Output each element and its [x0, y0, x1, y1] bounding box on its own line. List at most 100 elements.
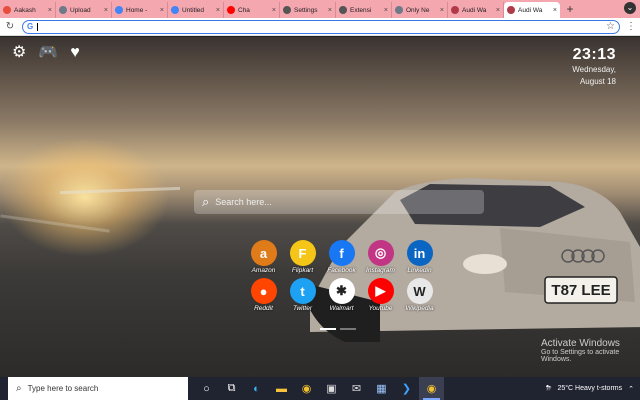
shortcut-instagram[interactable]: ◎ Instagram	[361, 240, 400, 274]
tab-favicon-icon	[507, 6, 515, 14]
tab-strip: Aakash × Upload × Home - × Untitled × Cha × Settin…	[0, 0, 640, 18]
chrome-icon[interactable]: ◉	[294, 377, 319, 400]
file-explorer-icon[interactable]: ▬	[269, 377, 294, 400]
tab-favicon-icon	[3, 6, 11, 14]
wikipedia-icon: W	[406, 278, 433, 304]
gear-icon[interactable]: ⚙	[12, 45, 26, 61]
activate-windows-watermark: Activate Windows Go to Settings to activ…	[541, 338, 640, 363]
shortcut-label: Facebook	[327, 267, 356, 274]
tab-favicon-icon	[339, 6, 347, 14]
plate-text: T87 LEE	[551, 282, 610, 299]
start-button[interactable]	[0, 377, 8, 400]
system-tray: ⛈ 25°C Heavy t-storms ⌃	[546, 377, 634, 400]
facebook-icon: f	[328, 240, 355, 266]
tab[interactable]: Audi Wa ×	[448, 2, 504, 18]
close-icon[interactable]: ×	[553, 7, 557, 14]
shortcut-pager[interactable]	[320, 328, 356, 330]
bookmark-star-icon[interactable]: ☆	[606, 21, 615, 32]
shortcut-youtube[interactable]: ▶ Youtube	[361, 278, 400, 312]
tab[interactable]: Untitled ×	[168, 2, 224, 18]
taskbar-search-text: Type here to search	[27, 384, 99, 393]
close-icon[interactable]: ×	[104, 7, 108, 14]
shortcut-label: Twitter	[292, 305, 313, 312]
youtube-icon: ▶	[367, 278, 394, 304]
activate-subtitle: Go to Settings to activate Windows.	[541, 349, 620, 363]
walmart-icon: ✱	[328, 278, 355, 304]
tab-title: Audi Wa	[518, 6, 543, 14]
tab-favicon-icon	[59, 6, 67, 14]
search-icon: ⌕	[16, 383, 22, 394]
task-view-icon[interactable]: ⧉	[219, 377, 244, 400]
weather-icon[interactable]: ⛈	[546, 385, 552, 393]
close-icon[interactable]: ×	[384, 7, 388, 14]
instagram-icon: ◎	[367, 240, 394, 266]
store-icon[interactable]: ▣	[319, 377, 344, 400]
shortcut-linkedin[interactable]: in Linkedin	[400, 240, 439, 274]
window-control-icon[interactable]: ⌄	[624, 2, 636, 14]
tab-title: Only Ne	[406, 6, 430, 14]
close-icon[interactable]: ×	[496, 7, 500, 14]
tab-title: Aakash	[14, 6, 36, 14]
close-icon[interactable]: ×	[440, 7, 444, 14]
tab-favicon-icon	[115, 6, 123, 14]
search-icon: ⌕	[202, 194, 210, 209]
pager-dot[interactable]	[320, 328, 336, 330]
tab[interactable]: Aakash ×	[0, 2, 56, 18]
cortana-icon[interactable]: ○	[194, 377, 219, 400]
tab[interactable]: Upload ×	[56, 2, 112, 18]
shortcut-label: Instagram	[366, 267, 395, 274]
tab-title: Home -	[126, 6, 148, 14]
shortcut-label: Youtube	[368, 305, 393, 312]
shortcut-reddit[interactable]: ● Reddit	[244, 278, 283, 312]
weather-text[interactable]: 25°C Heavy t-storms	[557, 385, 622, 392]
tab[interactable]: Audi Wa ×	[504, 2, 560, 18]
close-icon[interactable]: ×	[48, 7, 52, 14]
close-icon[interactable]: ×	[272, 7, 276, 14]
shortcut-flipkart[interactable]: F Flipkart	[283, 240, 322, 274]
search-input[interactable]	[215, 197, 476, 207]
chrome-active-icon[interactable]: ◉	[419, 377, 444, 400]
taskbar-apps: ○ ⧉ ◐ ▬ ◉ ▣ ✉ ▦ ❯ ◉	[194, 377, 444, 400]
activate-title: Activate Windows	[541, 338, 620, 349]
tab-favicon-icon	[227, 6, 235, 14]
clock-date: August 18	[579, 77, 616, 86]
tab[interactable]: Only Ne ×	[392, 2, 448, 18]
tab-title: Audi Wa	[462, 6, 487, 14]
shortcut-walmart[interactable]: ✱ Walmart	[322, 278, 361, 312]
gamepad-icon[interactable]: 🎮	[38, 45, 58, 61]
clock-weekday: Wednesday,	[572, 65, 616, 74]
top-left-icons: ⚙ 🎮 ♥	[12, 45, 80, 61]
edge-icon[interactable]: ◐	[244, 377, 269, 400]
close-icon[interactable]: ×	[160, 7, 164, 14]
new-tab-button[interactable]: +	[560, 2, 580, 18]
taskbar-search[interactable]: ⌕ Type here to search	[8, 377, 188, 400]
shortcut-amazon[interactable]: a Amazon	[244, 240, 283, 274]
pager-dot[interactable]	[340, 328, 356, 330]
tab-title: Settings	[294, 6, 318, 14]
tab[interactable]: Extensi ×	[336, 2, 392, 18]
shortcut-label: Flipkart	[291, 267, 314, 274]
menu-icon[interactable]: ⋮	[626, 21, 636, 32]
tab-favicon-icon	[451, 6, 459, 14]
address-bar[interactable]: G ☆	[22, 19, 620, 34]
tab[interactable]: Home - ×	[112, 2, 168, 18]
heart-icon[interactable]: ♥	[70, 45, 80, 61]
reload-icon[interactable]: ↻	[4, 21, 16, 33]
address-input[interactable]	[42, 22, 603, 31]
close-icon[interactable]: ×	[328, 7, 332, 14]
close-icon[interactable]: ×	[216, 7, 220, 14]
mail-icon[interactable]: ✉	[344, 377, 369, 400]
flipkart-icon: F	[289, 240, 316, 266]
tray-chevron-icon[interactable]: ⌃	[628, 385, 634, 393]
shortcut-wikipedia[interactable]: W Wikipedia	[400, 278, 439, 312]
linkedin-icon: in	[406, 240, 433, 266]
photos-icon[interactable]: ▦	[369, 377, 394, 400]
search-box[interactable]: ⌕	[194, 190, 484, 214]
tab[interactable]: Cha ×	[224, 2, 280, 18]
shortcut-twitter[interactable]: t Twitter	[283, 278, 322, 312]
shortcut-facebook[interactable]: f Facebook	[322, 240, 361, 274]
sunset-glow	[0, 137, 170, 257]
tab[interactable]: Settings ×	[280, 2, 336, 18]
vscode-icon[interactable]: ❯	[394, 377, 419, 400]
tab-title: Cha	[238, 6, 250, 14]
